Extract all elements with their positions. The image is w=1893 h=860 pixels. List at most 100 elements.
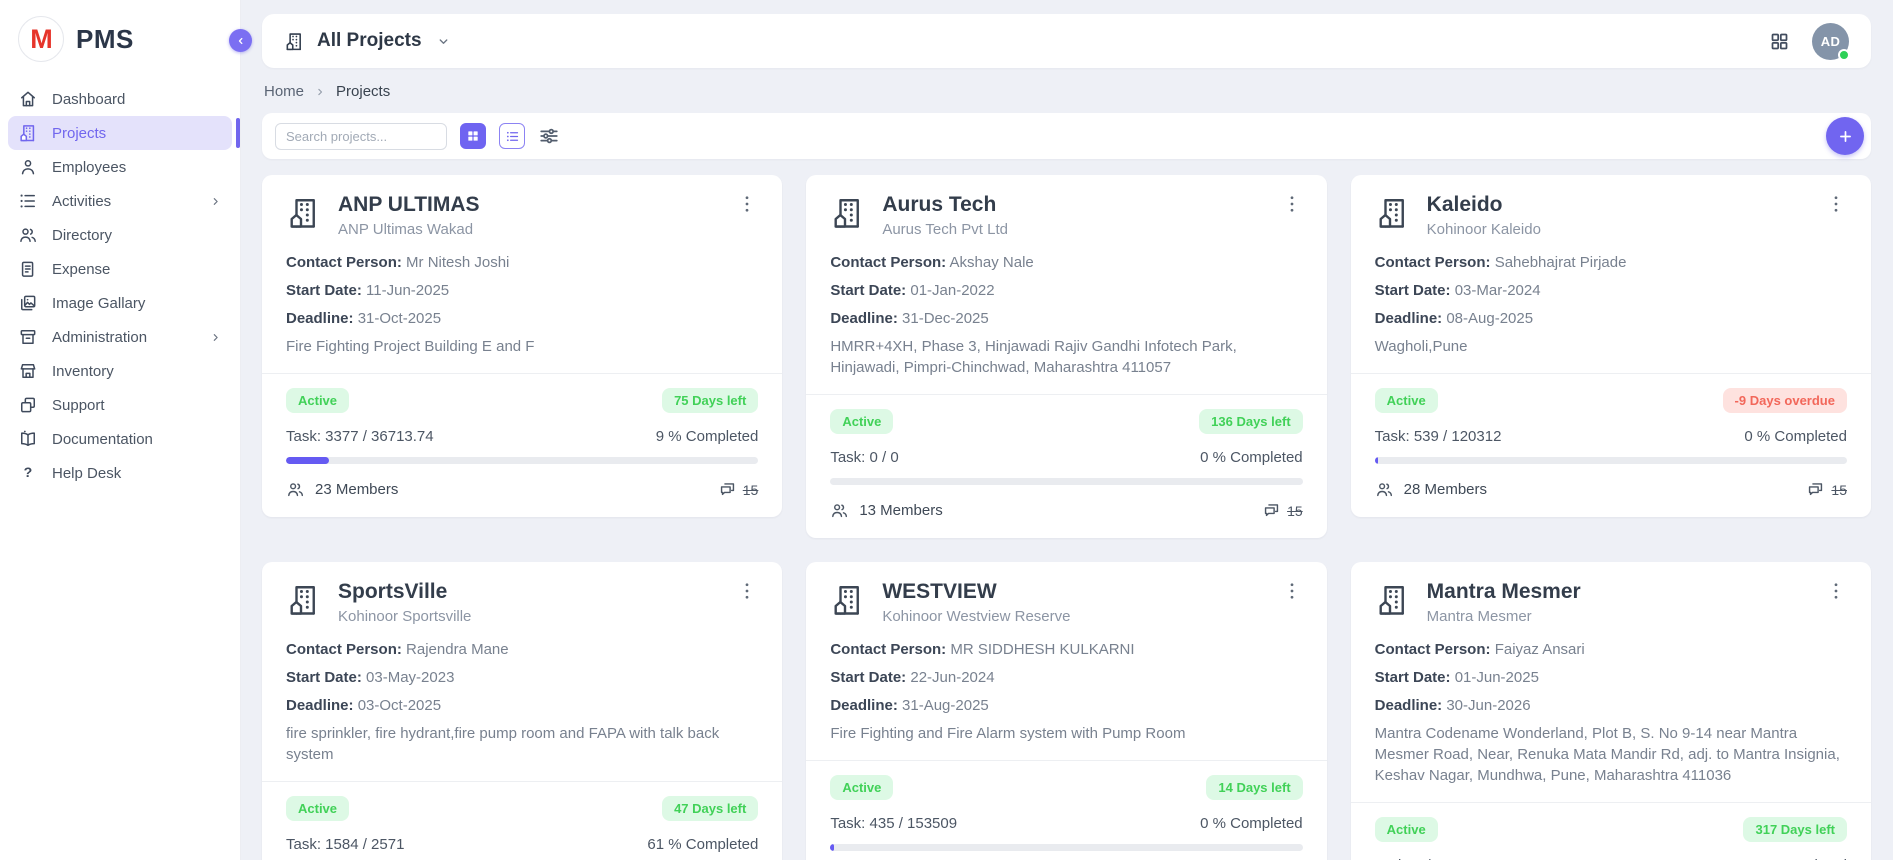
building-icon <box>1375 582 1411 618</box>
breadcrumb-home[interactable]: Home <box>264 83 304 100</box>
question-icon: ? <box>18 463 38 483</box>
filter-sliders-icon[interactable] <box>538 125 560 147</box>
project-subtitle: Kohinoor Westview Reserve <box>882 608 1070 625</box>
card-comments[interactable]: 15 <box>718 480 759 499</box>
sidebar-item-label: Support <box>52 397 105 414</box>
chevron-right-icon <box>209 331 222 344</box>
archive-icon <box>18 327 38 347</box>
sidebar-item-administration[interactable]: Administration <box>8 320 232 354</box>
divider <box>806 394 1326 395</box>
list-view-button[interactable] <box>499 123 525 149</box>
book-icon <box>18 429 38 449</box>
sidebar-item-label: Documentation <box>52 431 153 448</box>
project-name: Kaleido <box>1427 193 1541 217</box>
deadline-label: Deadline: <box>1375 310 1443 327</box>
card-menu-button[interactable] <box>1825 580 1847 602</box>
chevron-down-icon <box>436 34 451 49</box>
project-subtitle: Aurus Tech Pvt Ltd <box>882 221 1008 238</box>
contact-person-value: MR SIDDHESH KULKARNI <box>950 641 1134 658</box>
card-comments[interactable]: 15 <box>1806 480 1847 499</box>
deadline-value: 03-Oct-2025 <box>358 697 441 714</box>
status-badge: Active <box>286 388 349 413</box>
members-group: 23 Members <box>286 480 398 499</box>
card-menu-button[interactable] <box>736 580 758 602</box>
apps-grid-icon[interactable] <box>1769 31 1790 52</box>
projects-toolbar <box>262 113 1871 159</box>
contact-person-label: Contact Person: <box>286 254 402 271</box>
avatar-initials: AD <box>1821 34 1840 49</box>
card-comments[interactable]: 15 <box>1262 501 1303 520</box>
card-menu-button[interactable] <box>736 193 758 215</box>
sidebar-item-label: Help Desk <box>52 465 121 482</box>
card-menu-button[interactable] <box>1281 580 1303 602</box>
sidebar-item-directory[interactable]: Directory <box>8 218 232 252</box>
project-description: Mantra Codename Wonderland, Plot B, S. N… <box>1375 723 1847 786</box>
sidebar-item-dashboard[interactable]: Dashboard <box>8 82 232 116</box>
project-card: Aurus Tech Aurus Tech Pvt Ltd Contact Pe… <box>806 175 1326 538</box>
chat-count: 15 <box>1287 503 1303 519</box>
sidebar-item-documentation[interactable]: Documentation <box>8 422 232 456</box>
person-icon <box>18 157 38 177</box>
start-date-value: 01-Jun-2025 <box>1455 669 1539 686</box>
search-input[interactable] <box>275 123 447 150</box>
image-icon <box>18 293 38 313</box>
main-content: All Projects AD Home Projects <box>241 0 1893 860</box>
deadline-value: 31-Aug-2025 <box>902 697 989 714</box>
status-badge: Active <box>1375 388 1438 413</box>
project-card: WESTVIEW Kohinoor Westview Reserve Conta… <box>806 562 1326 860</box>
logo-letter: M <box>30 24 52 55</box>
start-date-label: Start Date: <box>830 669 906 686</box>
sidebar-item-label: Activities <box>52 193 111 210</box>
members-count: 13 Members <box>859 502 942 519</box>
divider <box>1351 373 1871 374</box>
sidebar-item-image-gallary[interactable]: Image Gallary <box>8 286 232 320</box>
grid-view-button[interactable] <box>460 123 486 149</box>
sidebar-collapse-button[interactable] <box>229 29 252 52</box>
contact-person-label: Contact Person: <box>830 254 946 271</box>
completed-percent: 0 % Completed <box>1200 449 1303 466</box>
people-icon <box>18 225 38 245</box>
user-avatar[interactable]: AD <box>1812 23 1849 60</box>
sidebar-item-label: Inventory <box>52 363 114 380</box>
days-left-badge: 317 Days left <box>1743 817 1847 842</box>
sidebar-item-help-desk[interactable]: ? Help Desk <box>8 456 232 490</box>
building-icon <box>286 195 322 231</box>
add-project-button[interactable] <box>1826 117 1864 155</box>
deadline-label: Deadline: <box>286 697 354 714</box>
sidebar-item-label: Expense <box>52 261 110 278</box>
project-card: ANP ULTIMAS ANP Ultimas Wakad Contact Pe… <box>262 175 782 517</box>
sidebar-item-projects[interactable]: Projects <box>8 116 232 150</box>
building-icon <box>18 123 38 143</box>
days-left-badge: 14 Days left <box>1206 775 1302 800</box>
page-title: All Projects <box>317 30 422 52</box>
progress-fill <box>286 457 329 464</box>
project-subtitle: Kohinoor Sportsville <box>338 608 471 625</box>
contact-person-value: Mr Nitesh Joshi <box>406 254 509 271</box>
project-scope-dropdown[interactable]: All Projects <box>284 30 451 52</box>
project-name: SportsVille <box>338 580 471 604</box>
sidebar-item-inventory[interactable]: Inventory <box>8 354 232 388</box>
sidebar-item-activities[interactable]: Activities <box>8 184 232 218</box>
completed-percent: 9 % Completed <box>656 428 759 445</box>
completed-percent: 0 % Completed <box>1744 428 1847 445</box>
days-left-badge: 75 Days left <box>662 388 758 413</box>
top-header: All Projects AD <box>262 14 1871 68</box>
members-icon <box>830 501 849 520</box>
store-icon <box>18 361 38 381</box>
project-name: WESTVIEW <box>882 580 1070 604</box>
breadcrumb: Home Projects <box>264 83 1869 100</box>
card-menu-button[interactable] <box>1825 193 1847 215</box>
contact-person-label: Contact Person: <box>1375 254 1491 271</box>
members-icon <box>1375 480 1394 499</box>
card-menu-button[interactable] <box>1281 193 1303 215</box>
contact-person-value: Faiyaz Ansari <box>1495 641 1585 658</box>
chat-icon <box>718 480 737 499</box>
sidebar-item-expense[interactable]: Expense <box>8 252 232 286</box>
sidebar-item-support[interactable]: Support <box>8 388 232 422</box>
home-icon <box>18 89 38 109</box>
progress-fill <box>1375 457 1379 464</box>
sidebar-item-employees[interactable]: Employees <box>8 150 232 184</box>
start-date-label: Start Date: <box>286 669 362 686</box>
building-icon <box>1375 195 1411 231</box>
start-date-value: 03-May-2023 <box>366 669 454 686</box>
